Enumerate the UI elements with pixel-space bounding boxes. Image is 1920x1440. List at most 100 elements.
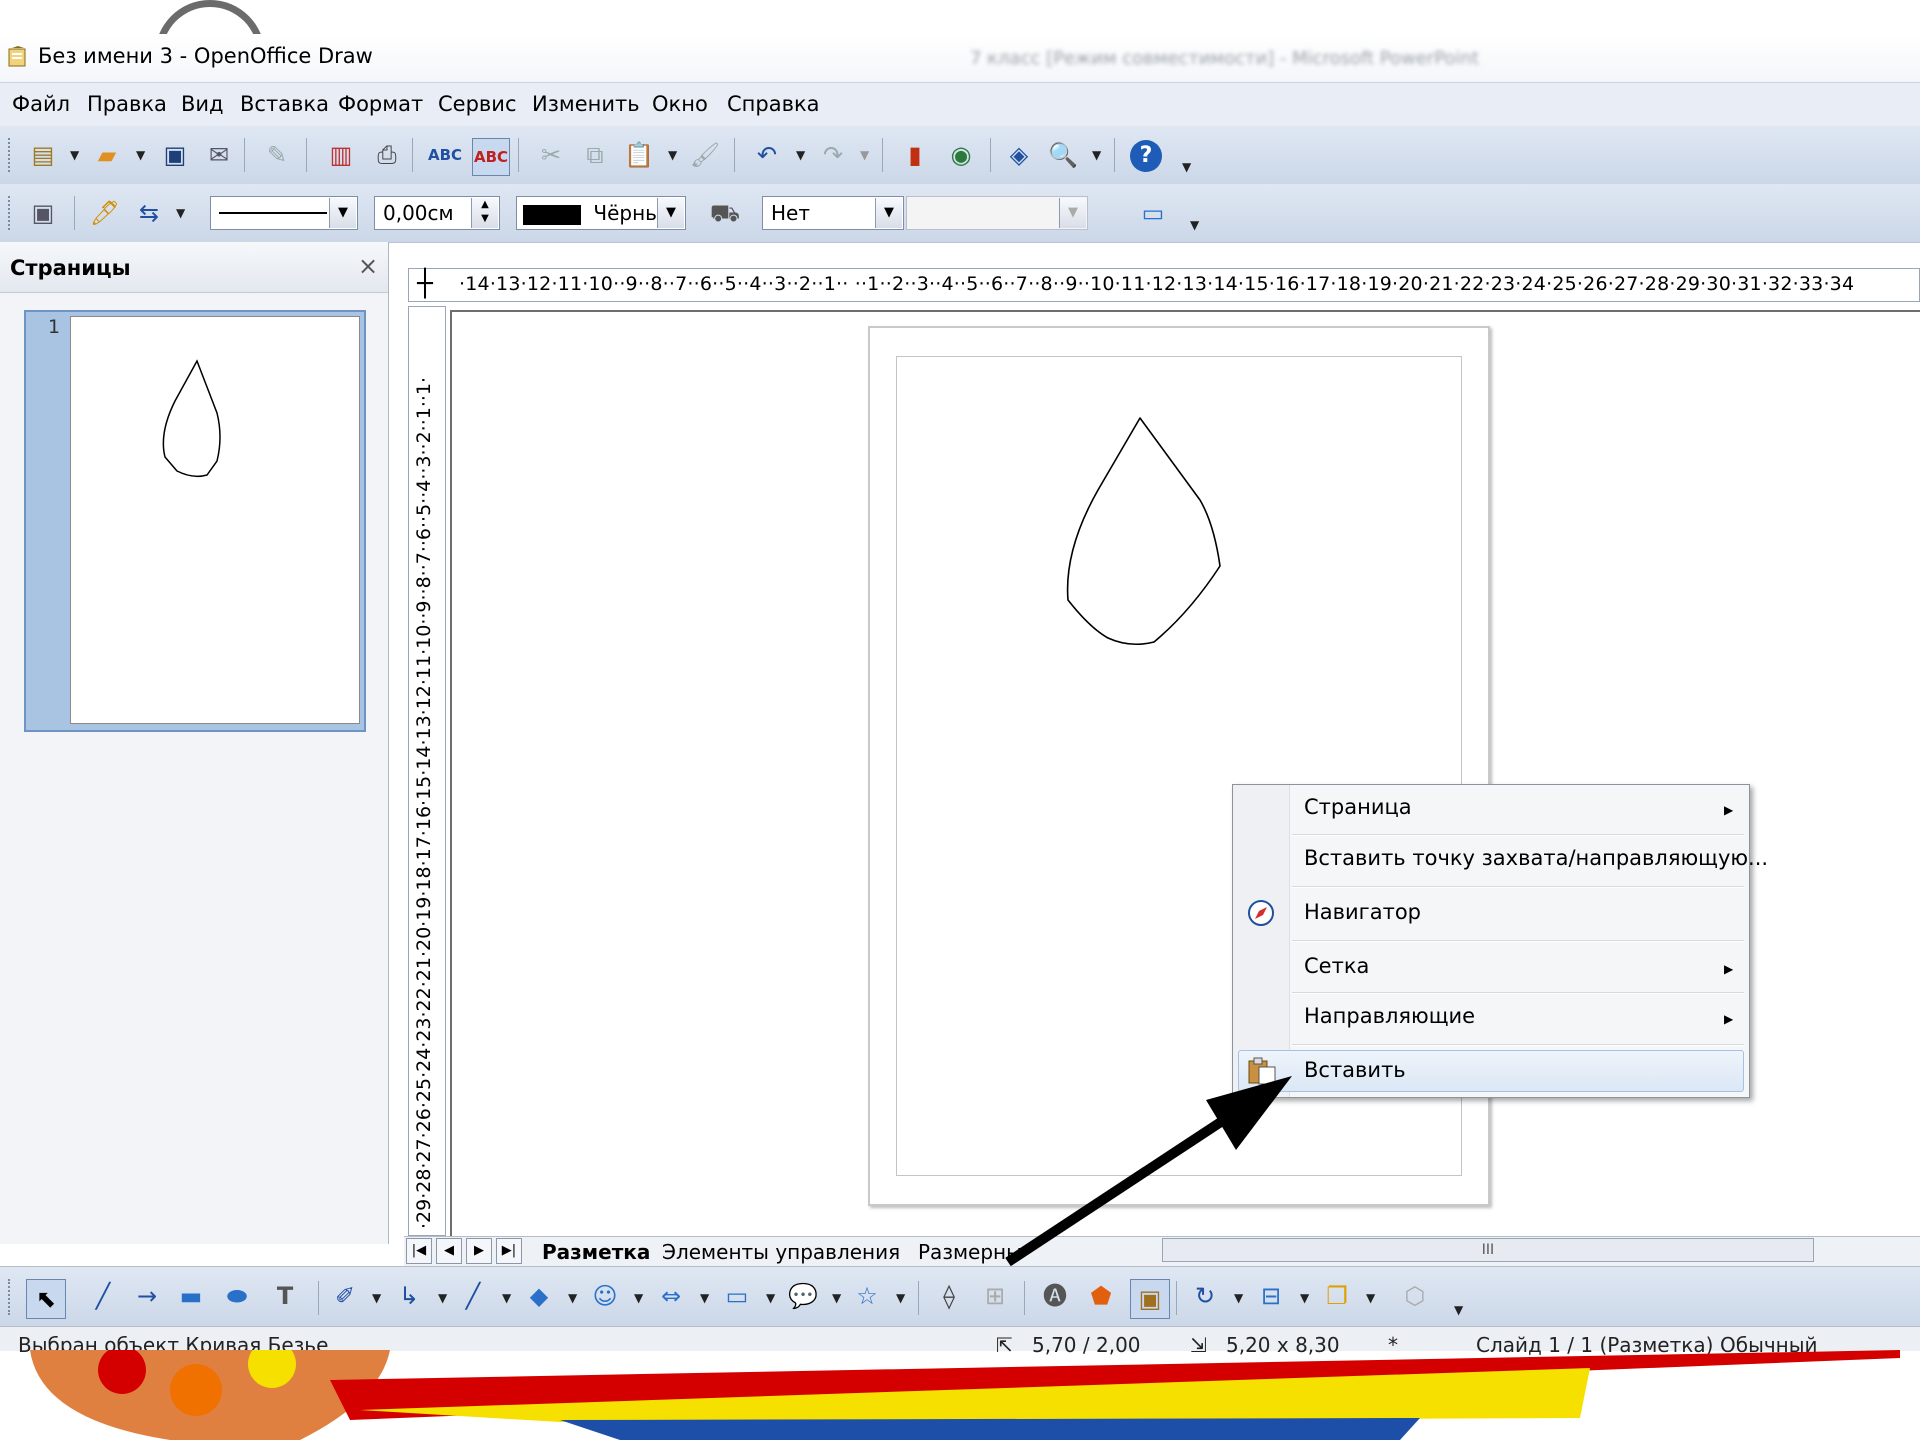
vertical-ruler[interactable]: ·29·28·27·26·25·24·23·22·21·20·19·18·17·… <box>408 306 446 1236</box>
first-tab-button[interactable]: |◀ <box>406 1238 432 1264</box>
redo-dropdown-icon[interactable]: ▼ <box>860 148 869 162</box>
autospellcheck-icon[interactable]: ABC <box>472 138 510 176</box>
callouts-dropdown-icon[interactable]: ▼ <box>832 1291 841 1305</box>
connector-tool-icon[interactable]: ↳ <box>394 1281 424 1311</box>
gallery-icon[interactable]: ◉ <box>946 140 976 170</box>
cut-icon[interactable]: ✂ <box>536 140 566 170</box>
points-icon[interactable]: ⟠ <box>934 1281 964 1311</box>
zoom-dropdown-icon[interactable]: ▼ <box>1092 148 1101 162</box>
symbol-shapes-dropdown-icon[interactable]: ▼ <box>634 1291 643 1305</box>
save-icon[interactable]: ▣ <box>160 140 190 170</box>
tab-layout[interactable]: Разметка <box>542 1240 650 1264</box>
line-width-spinner[interactable]: ▲ ▼ <box>471 198 498 228</box>
callouts-icon[interactable]: 💬 <box>788 1281 818 1311</box>
toolbar-grip[interactable] <box>8 196 14 230</box>
basic-shapes-dropdown-icon[interactable]: ▼ <box>568 1291 577 1305</box>
curve-dropdown-icon[interactable]: ▼ <box>372 1291 381 1305</box>
undo-icon[interactable]: ↶ <box>752 140 782 170</box>
glue-points-icon[interactable]: ⊞ <box>980 1281 1010 1311</box>
gallery-toggle-icon[interactable]: ▣ <box>1130 1279 1170 1319</box>
redo-icon[interactable]: ↷ <box>818 140 848 170</box>
area-value-dropdown-button[interactable]: ▼ <box>1059 198 1086 228</box>
menu-help[interactable]: Справка <box>727 92 820 116</box>
menu-view[interactable]: Вид <box>181 92 224 116</box>
menu-window[interactable]: Окно <box>652 92 708 116</box>
line-icon[interactable]: 🖊 <box>90 198 120 228</box>
chart-icon[interactable]: ▮ <box>900 140 930 170</box>
export-pdf-icon[interactable]: ▥ <box>326 140 356 170</box>
block-arrows-dropdown-icon[interactable]: ▼ <box>700 1291 709 1305</box>
ctx-item-page[interactable]: Страница <box>1304 795 1412 819</box>
tab-controls[interactable]: Элементы управления <box>662 1240 900 1264</box>
previous-tab-button[interactable]: ◀ <box>436 1238 462 1264</box>
edit-file-icon[interactable]: ✎ <box>262 140 292 170</box>
rotate-dropdown-icon[interactable]: ▼ <box>1234 1291 1243 1305</box>
horizontal-scrollbar[interactable]: III <box>1162 1238 1814 1262</box>
spellcheck-icon[interactable]: ABC <box>428 140 462 170</box>
print-icon[interactable]: ⎙ <box>372 140 402 170</box>
last-tab-button[interactable]: ▶| <box>496 1238 522 1264</box>
email-icon[interactable]: ✉ <box>204 140 234 170</box>
stars-dropdown-icon[interactable]: ▼ <box>896 1291 905 1305</box>
scrollbar-grip[interactable]: III <box>1482 1242 1494 1258</box>
help-icon[interactable]: ? <box>1130 140 1162 172</box>
arrow-style-dropdown-icon[interactable]: ▼ <box>176 206 185 220</box>
area-value-select[interactable]: ▼ <box>906 196 1088 230</box>
page-thumbnail[interactable] <box>70 316 360 724</box>
stars-icon[interactable]: ☆ <box>852 1281 882 1311</box>
paste-dropdown-icon[interactable]: ▼ <box>668 148 677 162</box>
toolbar-grip[interactable] <box>8 138 14 172</box>
connector-dropdown-icon[interactable]: ▼ <box>438 1291 447 1305</box>
menu-format[interactable]: Формат <box>338 92 423 116</box>
select-arrow-icon[interactable]: ⬉ <box>26 1279 66 1319</box>
line-style-select[interactable]: ▼ <box>210 196 358 230</box>
ctx-item-grid[interactable]: Сетка <box>1304 954 1369 978</box>
bezier-drop-shape[interactable] <box>1040 400 1240 680</box>
lines-dropdown-icon[interactable]: ▼ <box>502 1291 511 1305</box>
line-width-field[interactable]: 0,00см ▲ ▼ <box>374 196 500 230</box>
copy-icon[interactable]: ⧉ <box>580 140 610 170</box>
from-file-icon[interactable]: ⬟ <box>1086 1281 1116 1311</box>
toolbar-overflow-icon[interactable]: ▼ <box>1190 218 1199 232</box>
area-style-select[interactable]: Нет ▼ <box>762 196 904 230</box>
line-color-select[interactable]: Чёрны ▼ <box>516 196 686 230</box>
menu-file[interactable]: Файл <box>12 92 70 116</box>
fontwork-icon[interactable]: 🅐 <box>1040 1281 1070 1311</box>
line-style-dropdown-button[interactable]: ▼ <box>329 198 356 228</box>
area-style-dropdown-button[interactable]: ▼ <box>875 198 902 228</box>
rotate-icon[interactable]: ↻ <box>1190 1281 1220 1311</box>
new-document-icon[interactable]: ▤ <box>28 140 58 170</box>
undo-dropdown-icon[interactable]: ▼ <box>796 148 805 162</box>
symbol-shapes-icon[interactable]: ☺ <box>590 1281 620 1311</box>
shadow-icon[interactable]: ▭ <box>1138 198 1168 228</box>
new-dropdown-icon[interactable]: ▼ <box>70 148 79 162</box>
open-dropdown-icon[interactable]: ▼ <box>136 148 145 162</box>
toolbar-overflow-icon[interactable]: ▼ <box>1454 1303 1463 1317</box>
pages-panel-close-icon[interactable]: × <box>358 252 378 280</box>
ellipse-tool-icon[interactable]: ⬬ <box>222 1281 252 1311</box>
next-tab-button[interactable]: ▶ <box>466 1238 492 1264</box>
line-tool-icon[interactable]: ╱ <box>88 1281 118 1311</box>
ctx-item-navigator[interactable]: Навигатор <box>1304 900 1421 924</box>
menu-edit[interactable]: Правка <box>87 92 167 116</box>
rectangle-tool-icon[interactable]: ▬ <box>176 1281 206 1311</box>
arrow-line-tool-icon[interactable]: → <box>132 1281 162 1311</box>
menu-tools[interactable]: Сервис <box>438 92 516 116</box>
block-arrows-icon[interactable]: ⇔ <box>656 1281 686 1311</box>
ruler-origin-icon[interactable]: ┼ <box>410 270 440 300</box>
menu-insert[interactable]: Вставка <box>240 92 329 116</box>
text-tool-icon[interactable]: T <box>270 1281 300 1311</box>
tab-dimension-lines[interactable]: Размерные <box>918 1240 1022 1264</box>
menu-modify[interactable]: Изменить <box>532 92 640 116</box>
ctx-item-guides[interactable]: Направляющие <box>1304 1004 1475 1028</box>
arrow-style-icon[interactable]: ⇆ <box>134 198 164 228</box>
extrusion-icon[interactable]: ⬡ <box>1400 1281 1430 1311</box>
align-icon[interactable]: ⊟ <box>1256 1281 1286 1311</box>
flowchart-icon[interactable]: ▭ <box>722 1281 752 1311</box>
basic-shapes-icon[interactable]: ◆ <box>524 1281 554 1311</box>
area-fill-icon[interactable]: ⛟ <box>710 198 740 228</box>
ctx-item-insert-snap-point[interactable]: Вставить точку захвата/направляющую... <box>1304 846 1768 870</box>
toolbar-overflow-icon[interactable]: ▼ <box>1182 160 1191 174</box>
zoom-icon[interactable]: 🔍 <box>1048 140 1078 170</box>
horizontal-ruler[interactable]: ·14·13·12·11·10··9··8··7··6··5··4··3··2·… <box>408 268 1920 302</box>
